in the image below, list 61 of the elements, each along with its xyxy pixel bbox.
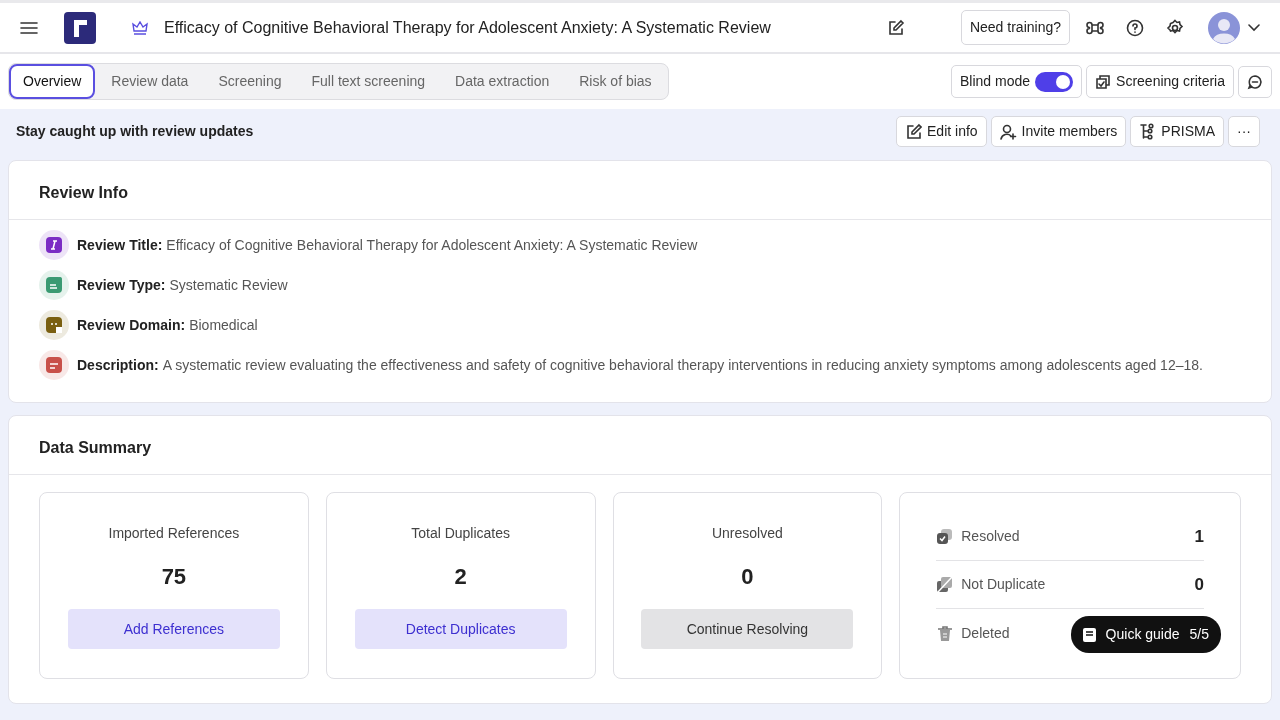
checklist-icon [1095, 73, 1112, 90]
summary-value: 0 [741, 563, 754, 591]
info-icon [46, 357, 62, 373]
chat-icon [1247, 73, 1263, 90]
info-icon [46, 277, 62, 293]
review-title: Efficacy of Cognitive Behavioral Therapy for Adolescent Anxiety: A Systematic Review [164, 17, 771, 38]
summary-value: 75 [161, 563, 187, 591]
summary-button[interactable]: Detect Duplicates [354, 609, 567, 649]
info-icon [46, 317, 62, 333]
edit-icon[interactable] [886, 18, 905, 37]
field-value: Systematic Review [169, 276, 288, 295]
field-label: Review Type: [77, 276, 166, 295]
tab[interactable]: Risk of bias [565, 64, 666, 99]
section-heading: Review Info [9, 161, 1271, 220]
field-label: Description: [77, 356, 159, 375]
stat-label: Not Duplicate [961, 575, 1046, 594]
tab[interactable]: Review data [97, 64, 203, 99]
screening-criteria-button[interactable]: Screening criteria [1086, 65, 1234, 98]
summary-label: Unresolved [711, 524, 783, 543]
stat-label: Resolved [961, 527, 1020, 546]
quick-guide-button[interactable]: Quick guide 5/5 [1070, 616, 1221, 653]
crown-icon [132, 20, 148, 35]
field-value: Biomedical [189, 316, 258, 335]
stat-value: 0 [1194, 573, 1204, 596]
summary-button[interactable]: Continue Resolving [641, 609, 854, 649]
blind-mode-toggle[interactable]: Blind mode [951, 65, 1083, 98]
tab[interactable]: Screening [204, 64, 296, 99]
add-user-icon [999, 123, 1017, 140]
crossed-copy-icon [936, 576, 954, 593]
logo-icon[interactable] [64, 11, 96, 44]
edit-icon [905, 123, 922, 140]
info-icon [46, 237, 62, 253]
help-icon[interactable] [1126, 18, 1144, 37]
field-label: Review Domain: [77, 316, 186, 335]
summary-value: 2 [454, 563, 467, 591]
book-icon [1082, 627, 1096, 642]
tab[interactable]: Data extraction [441, 64, 564, 99]
field-value: A systematic review evaluating the effectiveness and safety of cognitive behavioral therapy interventions in reducing anxiety symptoms among adolescents aged 12–18. [162, 356, 1203, 375]
tab[interactable]: Full text screening [297, 64, 440, 99]
section-heading: Data Summary [9, 416, 1271, 475]
trash-icon [936, 624, 954, 642]
menu-icon[interactable] [20, 20, 38, 35]
tab[interactable]: Overview [9, 64, 96, 99]
notice-text: Stay caught up with review updates [16, 122, 254, 141]
more-button[interactable]: ··· [1228, 116, 1260, 147]
chat-button[interactable] [1238, 65, 1272, 98]
chevron-icon[interactable] [1248, 23, 1260, 32]
stacked-check-icon [936, 528, 954, 545]
field-label: Review Title: [77, 236, 163, 255]
field-value: Efficacy of Cognitive Behavioral Therapy for Adolescent Anxiety: A Systematic Review [166, 236, 698, 255]
avatar-icon[interactable] [1208, 11, 1240, 44]
summary-button[interactable]: Add References [67, 609, 280, 649]
flowchart-icon [1139, 123, 1157, 140]
summary-label: Total Duplicates [411, 524, 511, 543]
prisma-button[interactable]: PRISMA [1130, 116, 1224, 147]
stat-label: Deleted [961, 623, 1010, 643]
summary-label: Imported References [108, 524, 240, 543]
edit-button[interactable]: Edit info [896, 116, 987, 147]
invite-button[interactable]: Invite members [990, 116, 1127, 147]
training-button[interactable]: Need training? [960, 10, 1070, 45]
stat-value: 1 [1194, 525, 1204, 548]
